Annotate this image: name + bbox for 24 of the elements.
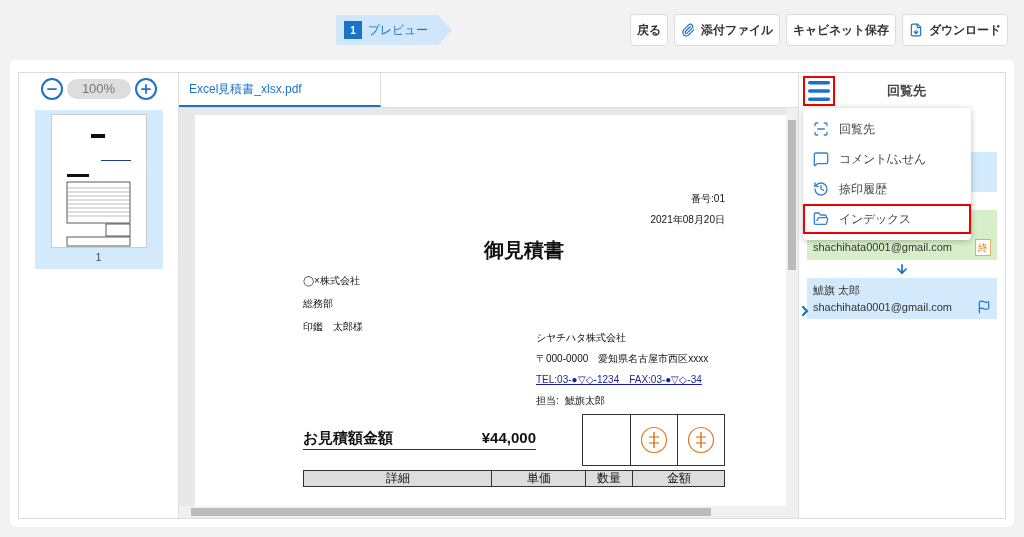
document-number: 番号:01 bbox=[691, 192, 725, 206]
recipient-email: shachihata0001@gmail.com bbox=[813, 240, 953, 256]
status-badge: 終 bbox=[975, 239, 991, 256]
amount-value: ¥44,000 bbox=[481, 427, 536, 448]
person-name: 鯱旗太郎 bbox=[564, 394, 605, 408]
recipient-name: 鯱旗 太郎 bbox=[813, 283, 862, 298]
document-date: 2021年08月20日 bbox=[650, 213, 725, 227]
zoom-level: 100% bbox=[66, 79, 131, 99]
recipient-line: 印鑑 太郎様 bbox=[303, 320, 364, 334]
document-title: 御見積書 bbox=[484, 238, 564, 263]
recipient-email: shachihata0001@gmail.com bbox=[813, 299, 953, 315]
table-header-cell: 数量 bbox=[585, 471, 632, 486]
table-header-cell-text: 詳細 bbox=[384, 471, 411, 486]
panel-title: 回覧先 bbox=[885, 81, 927, 100]
step-indicator: 1 プレビュー bbox=[336, 15, 452, 45]
recipient-line: 総務部 bbox=[303, 297, 334, 311]
company-name: シヤチハタ株式会社 bbox=[536, 331, 627, 345]
company-address: 〒000-0000 愛知県名古屋市西区xxxx bbox=[536, 352, 710, 366]
person-label: 担当: bbox=[536, 394, 559, 408]
page-number: 1 bbox=[95, 251, 102, 265]
recipient-line: ◯×株式会社 bbox=[303, 274, 361, 288]
table-header-cell: 金額 bbox=[632, 471, 724, 486]
table-header-cell: 単価 bbox=[491, 471, 585, 486]
amount-label: お見積額金額 bbox=[303, 427, 393, 448]
